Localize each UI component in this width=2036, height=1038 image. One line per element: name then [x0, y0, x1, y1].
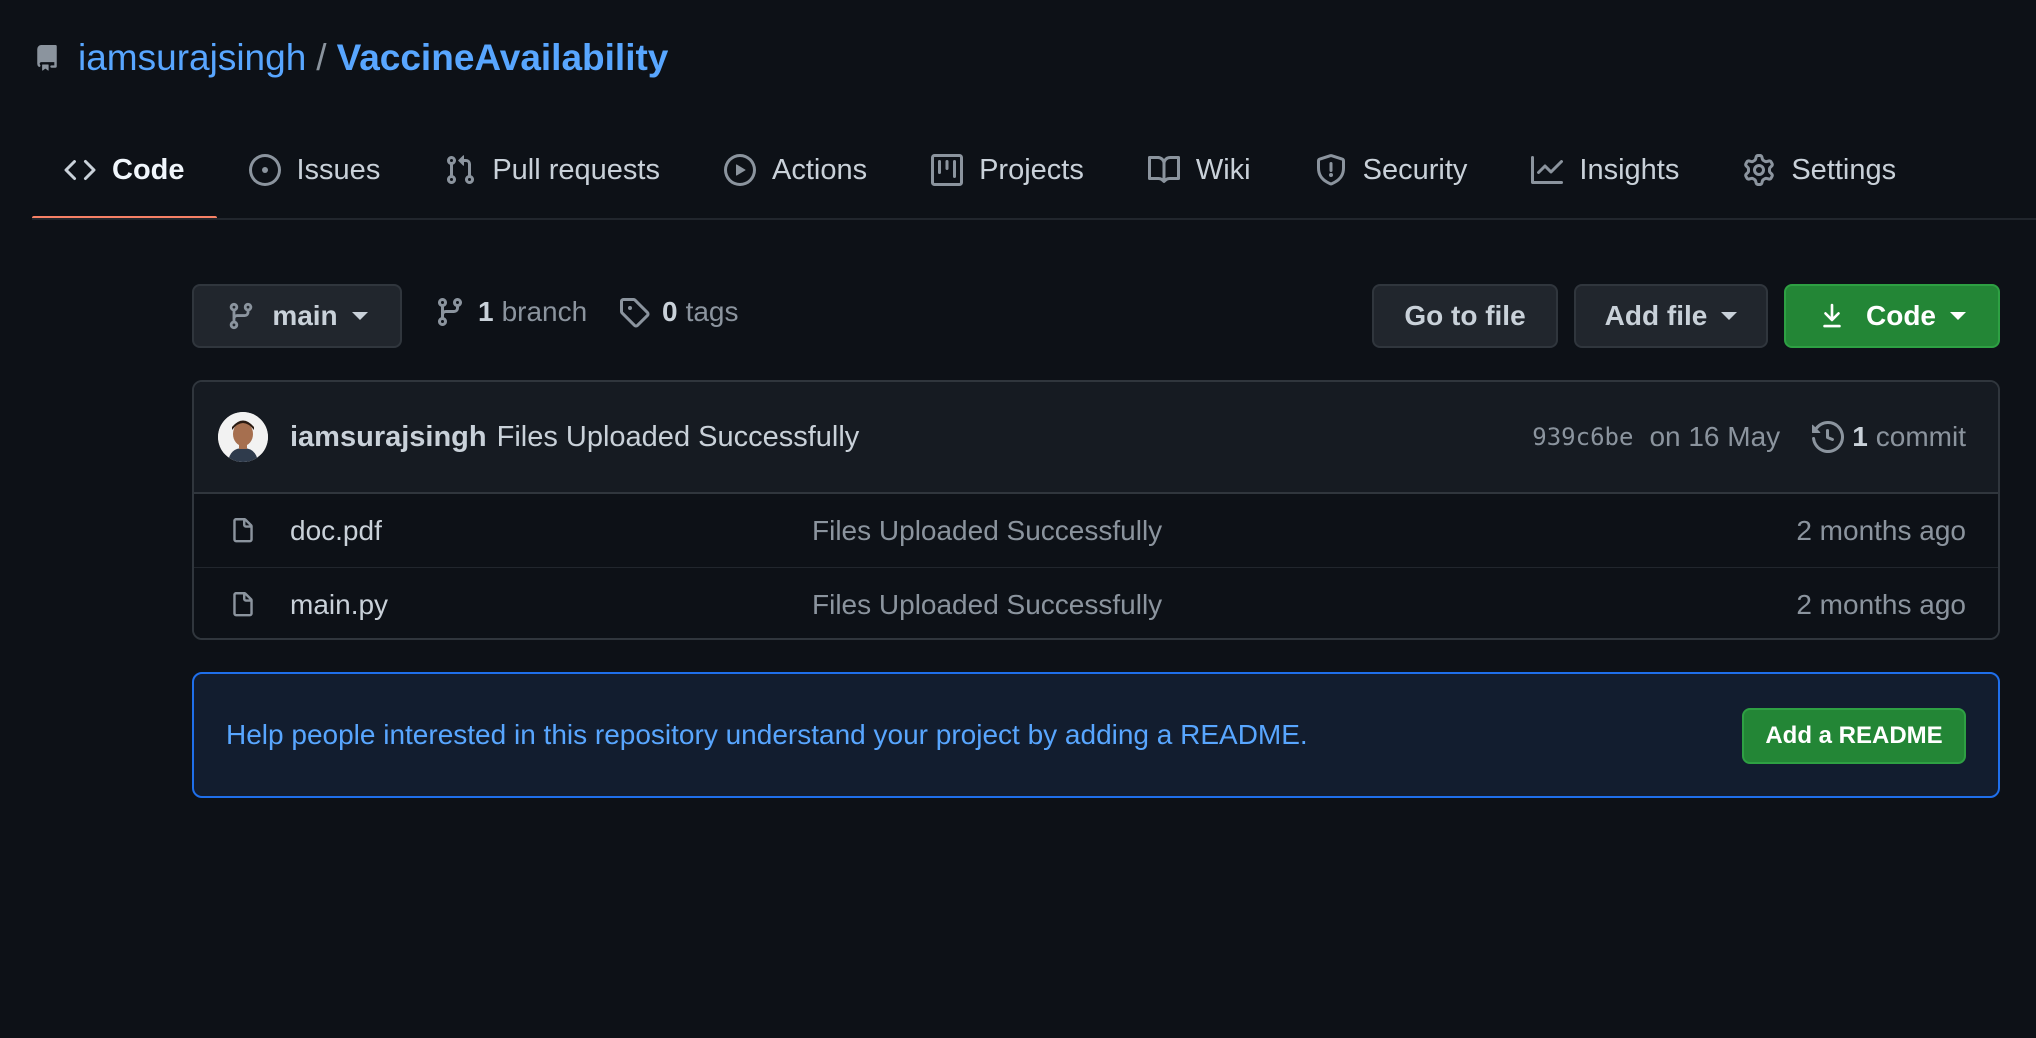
file-name-link[interactable]: main.py: [290, 589, 388, 621]
tag-icon: [620, 298, 650, 328]
code-dropdown-button[interactable]: Code: [1784, 284, 2000, 348]
tab-label: Projects: [979, 153, 1084, 186]
add-readme-button[interactable]: Add a README: [1742, 708, 1966, 764]
commit-meta: 939c6be on 16 May 1 commit: [1532, 382, 1966, 492]
add-file-button[interactable]: Add file: [1574, 284, 1768, 348]
graph-icon: [1531, 156, 1564, 184]
project-icon: [931, 154, 964, 186]
repo-name-link[interactable]: VaccineAvailability: [337, 37, 669, 79]
tabs-divider: [32, 218, 2036, 220]
tab-label: Issues: [296, 153, 381, 186]
tab-label: Code: [112, 153, 185, 186]
tag-label: tags: [685, 296, 739, 327]
go-to-file-label: Go to file: [1404, 300, 1526, 331]
git-branch-icon: [437, 298, 462, 327]
file-commit-age: 2 months ago: [1796, 514, 1966, 546]
readme-banner-text: Help people interested in this repositor…: [226, 719, 1308, 750]
tag-count: 0: [662, 296, 678, 327]
commit-count: 1: [1852, 421, 1868, 452]
shield-icon: [1316, 154, 1345, 186]
git-branch-icon: [230, 302, 253, 330]
tab-issues[interactable]: Issues: [217, 140, 413, 200]
file-row[interactable]: doc.pdf Files Uploaded Successfully 2 mo…: [194, 494, 1998, 567]
branches-link[interactable]: 1 branch: [434, 296, 587, 328]
commit-sha-link[interactable]: 939c6be: [1532, 423, 1633, 451]
git-pull-request-icon: [447, 155, 475, 185]
commit-count-label: commit: [1875, 421, 1966, 452]
commit-message-link[interactable]: Files Uploaded Successfully: [497, 421, 860, 454]
file-commit-message-link[interactable]: Files Uploaded Successfully: [812, 515, 1162, 547]
tab-label: Settings: [1791, 153, 1897, 186]
repo-icon: [37, 45, 57, 71]
caret-down-icon: [1721, 312, 1738, 320]
play-icon: [723, 154, 756, 186]
tab-pull-requests[interactable]: Pull requests: [412, 140, 692, 200]
tab-label: Insights: [1579, 153, 1680, 186]
repo-nav-tabs: Code Issues Pull requests Actions Projec…: [32, 140, 1928, 220]
file-browser: iamsurajsingh Files Uploaded Successfull…: [192, 380, 2000, 640]
file-icon: [233, 591, 253, 616]
avatar[interactable]: [218, 412, 268, 462]
tab-label: Security: [1362, 153, 1468, 186]
history-icon: [1812, 421, 1845, 453]
tab-settings[interactable]: Settings: [1711, 140, 1928, 200]
tab-code[interactable]: Code: [32, 140, 217, 220]
tab-label: Pull requests: [492, 153, 660, 186]
repo-owner-link[interactable]: iamsurajsingh: [78, 37, 306, 79]
repo-header: iamsurajsingh / VaccineAvailability: [34, 34, 668, 82]
tab-label: Actions: [771, 153, 868, 186]
commit-history-link[interactable]: 1 commit: [1812, 421, 1966, 453]
readme-banner: Help people interested in this repositor…: [192, 672, 2000, 798]
code-button-label: Code: [1866, 300, 1936, 331]
download-icon: [1823, 303, 1841, 328]
caret-down-icon: [351, 312, 368, 320]
file-name-link[interactable]: doc.pdf: [290, 515, 382, 547]
branch-label: branch: [501, 296, 588, 327]
tab-actions[interactable]: Actions: [692, 140, 899, 200]
code-icon: [64, 159, 96, 181]
tags-link[interactable]: 0 tags: [618, 296, 739, 328]
latest-commit-row: iamsurajsingh Files Uploaded Successfull…: [194, 382, 1998, 494]
file-row[interactable]: main.py Files Uploaded Successfully 2 mo…: [194, 567, 1998, 638]
issue-opened-icon: [248, 154, 281, 186]
branch-name: main: [272, 300, 338, 331]
file-commit-age: 2 months ago: [1796, 588, 1966, 620]
tab-insights[interactable]: Insights: [1499, 140, 1711, 200]
branch-count: 1: [478, 296, 494, 327]
repo-path-separator: /: [316, 37, 327, 78]
tab-projects[interactable]: Projects: [899, 140, 1116, 200]
book-icon: [1147, 155, 1180, 183]
commit-author-link[interactable]: iamsurajsingh: [290, 421, 487, 454]
commit-date: on 16 May: [1649, 421, 1781, 452]
file-icon: [233, 517, 253, 542]
caret-down-icon: [1950, 312, 1966, 320]
gear-icon: [1744, 154, 1775, 186]
file-commit-message-link[interactable]: Files Uploaded Successfully: [812, 589, 1162, 621]
tab-label: Wiki: [1195, 153, 1251, 186]
tab-security[interactable]: Security: [1283, 140, 1500, 200]
go-to-file-button[interactable]: Go to file: [1372, 284, 1558, 348]
branch-select-button[interactable]: main: [192, 284, 402, 348]
tab-wiki[interactable]: Wiki: [1116, 140, 1283, 200]
add-file-label: Add file: [1604, 300, 1708, 331]
